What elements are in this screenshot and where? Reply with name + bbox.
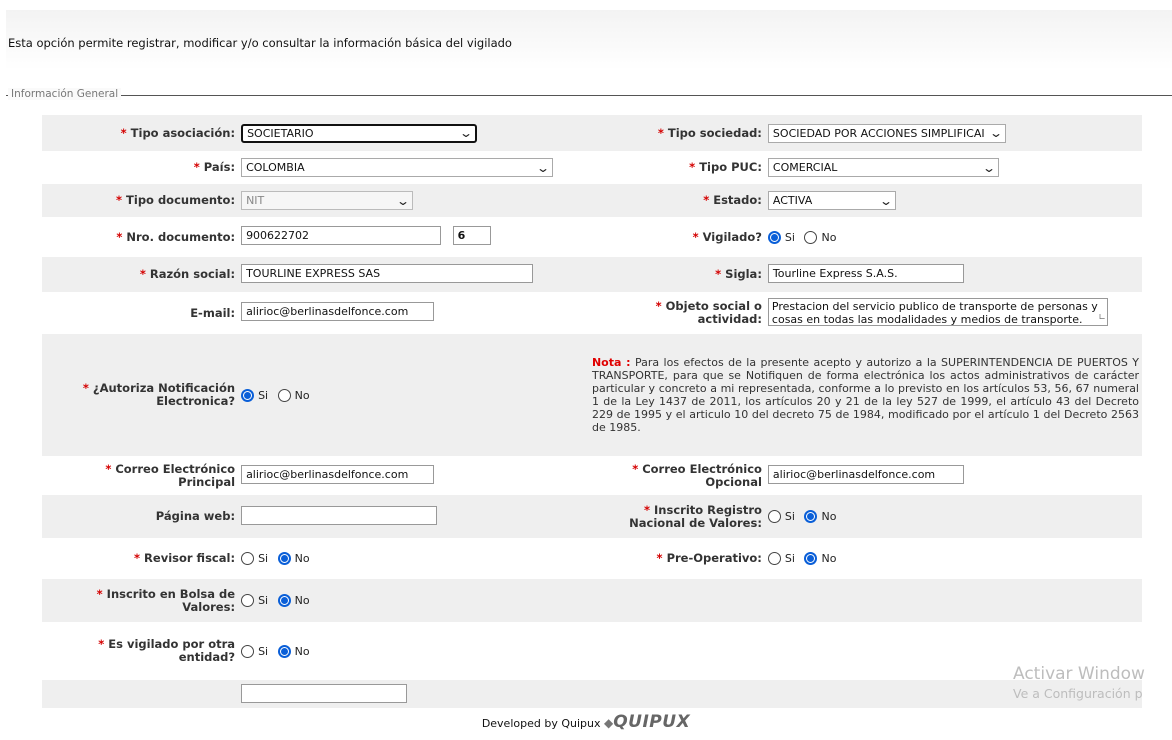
form-row: * Inscrito en Bolsa de Valores: Si No [42,579,1142,622]
footer-text: Developed by Quipux [481,717,601,730]
partial-input[interactable] [241,684,408,703]
pre-operativo-label: * Pre-Operativo: [656,551,762,565]
pre-operativo-yes-radio[interactable] [767,552,781,566]
quipux-logo: QUIPUX [613,712,691,732]
chevron-down-icon: ⌄ [458,126,474,140]
razon-social-label: * Razón social: [139,267,236,281]
form-row: E-mail: alirioc@berlinasdelfonce.com * Ob… [42,292,1142,334]
form-row: * ¿Autoriza Notificación Electronica? Si … [42,334,1142,456]
vigilado-otra-label: * Es vigilado por otra entidad? [98,637,236,664]
email-label: E-mail: [190,305,236,320]
form-row: * Tipo asociación: SOCIETARIO ⌄ * Tipo soci… [42,115,1142,151]
nro-documento-input[interactable]: 900622702 [241,226,442,245]
form-row: Página web: * Inscrito Registro Nacional … [42,495,1142,538]
autoriza-notificacion-label: * ¿Autoriza Notificación Electronica? [82,381,236,408]
revisor-fiscal-no-radio[interactable] [277,552,291,566]
sigla-label: * Sigla: [715,267,762,281]
pagina-web-label: Página web: [155,509,236,523]
resize-grip-icon[interactable]: ∟ [1098,312,1106,325]
chevron-down-icon: ⌄ [988,126,1003,140]
vigilado-otra-no-radio[interactable] [277,644,291,658]
fieldset-legend: Información General [8,88,122,100]
digito-verificacion-input[interactable]: 6 [452,226,491,245]
estado-select[interactable]: ACTIVA ⌄ [767,191,896,210]
autoriza-no-radio[interactable] [277,388,291,402]
form-row: * Razón social: TOURLINE EXPRESS SAS * Sig… [42,257,1142,292]
tipo-asociacion-label: * Tipo asociación: [120,125,236,140]
footer: Developed by Quipux ◆QUIPUX [0,712,1172,732]
tipo-puc-label: * Tipo PUC: [689,160,762,174]
tipo-sociedad-select[interactable]: SOCIEDAD POR ACCIONES SIMPLIFICAI ⌄ [767,123,1006,143]
chevron-down-icon: ⌄ [878,193,893,208]
tipo-documento-select: NIT ⌄ [241,191,414,210]
revisor-fiscal-label: * Revisor fiscal: [134,551,236,565]
quipux-diamond-icon: ◆ [603,716,614,730]
pre-operativo-no-radio[interactable] [804,552,818,566]
email-input[interactable]: alirioc@berlinasdelfonce.com [241,302,435,321]
general-info-form: * Tipo asociación: SOCIETARIO ⌄ * Tipo soci… [42,115,1142,708]
objeto-social-label: * Objeto social o actividad: [655,299,762,326]
tipo-documento-label: * Tipo documento: [116,193,236,207]
vigilado-yes-radio[interactable] [767,230,781,244]
pais-label: * País: [193,160,236,174]
chevron-down-icon: ⌄ [535,160,551,175]
tipo-puc-select[interactable]: COMERCIAL ⌄ [767,158,999,177]
bolsa-valores-no-radio[interactable] [277,594,291,608]
bolsa-valores-yes-radio[interactable] [241,594,255,608]
form-row: * Es vigilado por otra entidad? Si No [42,622,1142,680]
correo-principal-label: * Correo Electrónico Principal [105,461,236,489]
estado-label: * Estado: [703,193,762,207]
tipo-asociacion-select[interactable]: SOCIETARIO ⌄ [241,123,478,143]
bolsa-valores-label: * Inscrito en Bolsa de Valores: [96,586,236,614]
tipo-sociedad-label: * Tipo sociedad: [657,125,762,140]
vigilado-label: * Vigilado? [692,229,762,244]
correo-opcional-input[interactable]: alirioc@berlinasdelfonce.com [767,464,964,484]
form-row: * Tipo documento: NIT ⌄ * Estado: ACTIVA ⌄ [42,184,1142,217]
registro-nacional-yes-radio[interactable] [767,510,781,524]
page-content: Esta opción permite registrar, modificar… [6,10,1172,708]
vigilado-no-radio[interactable] [804,230,818,244]
form-row: * Revisor fiscal: Si No * Pre-Operativo: S… [42,538,1142,579]
nro-documento-label: * Nro. documento: [116,229,236,244]
pais-select[interactable]: COLOMBIA ⌄ [241,158,554,177]
legal-note: Nota : Para los efectos de la presente a… [589,334,1142,456]
form-row [42,680,1142,708]
correo-opcional-label: * Correo Electrónico Opcional [632,461,762,489]
intro-text: Esta opción permite registrar, modificar… [8,36,512,50]
chevron-down-icon: ⌄ [395,193,411,208]
registro-nacional-label: * Inscrito Registro Nacional de Valores: [629,502,762,530]
registro-nacional-no-radio[interactable] [804,510,818,524]
revisor-fiscal-yes-radio[interactable] [241,552,255,566]
pagina-web-input[interactable] [241,505,438,525]
windows-activation-watermark: Activar Window Ve a Configuración p [1013,664,1145,701]
form-row: * País: COLOMBIA ⌄ * Tipo PUC: COMERCIAL ⌄ [42,151,1142,184]
correo-principal-input[interactable]: alirioc@berlinasdelfonce.com [241,464,435,484]
autoriza-yes-radio[interactable] [241,388,255,402]
note-label: Nota : [591,356,631,369]
vigilado-otra-yes-radio[interactable] [241,644,255,658]
note-text: Para los efectos de la presente acepto y… [591,356,1139,434]
sigla-input[interactable]: Tourline Express S.A.S. [767,263,964,283]
chevron-down-icon: ⌄ [981,160,996,175]
razon-social-input[interactable]: TOURLINE EXPRESS SAS [241,263,534,283]
objeto-social-textarea[interactable]: Prestacion del servicio publico de trans… [767,297,1108,326]
form-row: * Correo Electrónico Principal alirioc@be… [42,456,1142,495]
fieldset-border [6,95,1172,96]
form-row: * Nro. documento: 900622702 6 * Vigilado? … [42,217,1142,257]
